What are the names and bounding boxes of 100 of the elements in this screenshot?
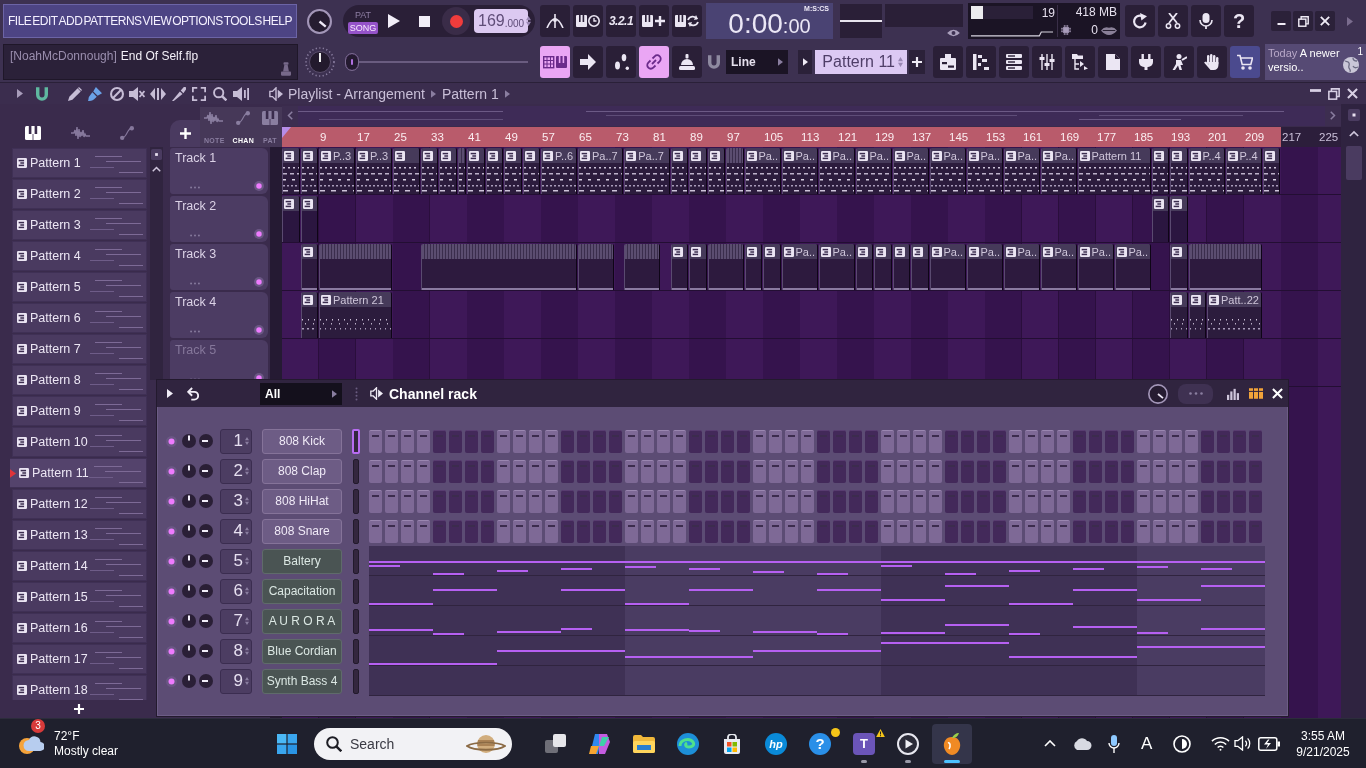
channel-led-icon[interactable] [166,615,177,627]
step-button[interactable] [1153,489,1166,513]
bar-graph-icon[interactable] [1227,387,1239,400]
step-button[interactable] [753,429,766,453]
step-button[interactable] [881,459,894,483]
step-button[interactable] [897,519,910,543]
step-button[interactable] [801,459,814,483]
step-button[interactable] [641,459,654,483]
channel-name-button[interactable]: 808 Snare [262,518,342,544]
mixer-track-selector[interactable]: 1 [220,428,252,454]
step-button[interactable] [1153,519,1166,543]
step-button[interactable] [881,429,894,453]
knob[interactable] [199,644,213,658]
step-button[interactable] [1137,459,1150,483]
pattern-clip[interactable] [911,244,929,290]
wifi-icon[interactable] [1211,736,1230,751]
pattern-item[interactable]: Pattern 14 [12,551,147,581]
step-button[interactable] [1169,489,1182,513]
pattern-item[interactable]: Pattern 4 [12,241,147,271]
restore-icon[interactable] [1328,87,1340,100]
slider-thumb[interactable] [345,53,359,71]
pattern-clip[interactable] [855,244,873,290]
step-button[interactable] [513,519,526,543]
knob[interactable] [182,554,196,568]
mixer-track-selector[interactable]: 3 [220,488,252,514]
step-button[interactable] [897,459,910,483]
magnet-icon[interactable] [708,55,720,69]
channel-led-icon[interactable] [166,495,177,507]
window-button[interactable] [933,46,963,78]
step-button[interactable] [913,429,926,453]
knob[interactable] [1148,383,1168,404]
pattern-clip[interactable] [467,148,485,194]
speaker-icon[interactable] [233,85,249,102]
window-button[interactable] [1032,46,1062,78]
pattern-item[interactable]: Pattern 10 [12,427,147,457]
clock-time[interactable]: 3:55 AM [1301,727,1345,744]
channel-led-icon[interactable] [166,585,177,597]
pattern-clip[interactable] [300,292,318,338]
step-button[interactable] [1169,459,1182,483]
led-icon[interactable] [254,277,264,287]
timeline-ruler[interactable]: 9 17 25 33 41 49 57 65 73 81 89 97 105 113 121 129 137 145 153 161 169 177 185 193 201 209 217 225 [282,127,1341,147]
track-header[interactable]: Track 4 [170,292,268,338]
temperature-label[interactable]: 72°F [54,728,118,744]
knob[interactable] [182,644,196,658]
fruit-icon[interactable] [942,732,962,755]
pattern-clip[interactable] [504,148,522,194]
step-button[interactable] [753,519,766,543]
clock-date[interactable]: 9/21/2025 [1296,743,1350,760]
step-button[interactable] [673,489,686,513]
step-button[interactable] [785,429,798,453]
step-button[interactable] [625,489,638,513]
pattern-clip[interactable] [393,148,420,194]
pattern-clip[interactable] [300,196,318,242]
knob[interactable] [199,554,213,568]
step-button[interactable] [881,489,894,513]
mixer-track-selector[interactable]: 6 [220,578,252,604]
pattern-item[interactable]: Pattern 15 [12,582,147,612]
pattern-selector[interactable]: Pattern 11 [815,50,907,74]
step-button[interactable] [657,519,670,543]
toolbar-button[interactable] [1125,5,1155,37]
toggle-button[interactable] [540,5,570,37]
stamp-icon[interactable] [281,62,291,76]
step-button[interactable] [625,429,638,453]
half-circle-icon[interactable] [1173,734,1191,753]
pattern-item[interactable]: Pattern 3 [12,210,147,240]
step-button[interactable] [1057,489,1070,513]
step-button[interactable] [385,519,398,543]
menu-item[interactable]: FILE [8,14,32,28]
close-button[interactable] [1315,11,1335,31]
step-button[interactable] [1009,489,1022,513]
pattern-clip[interactable] [1170,196,1188,242]
step-button[interactable] [497,519,510,543]
step-button[interactable] [513,489,526,513]
toolbar-button[interactable]: ? [1224,5,1254,37]
step-button[interactable] [497,489,510,513]
step-button[interactable] [1137,489,1150,513]
mixer-track-selector[interactable]: 2 [220,458,252,484]
channel-filter-dropdown[interactable]: All [260,382,342,405]
pattern-item[interactable]: Pattern 5 [12,272,147,302]
knob[interactable] [182,464,196,478]
step-button[interactable] [929,519,942,543]
step-button[interactable] [401,519,414,543]
scrollbar-thumb[interactable] [1345,146,1362,180]
step-button[interactable] [545,519,558,543]
restore-button[interactable] [1293,11,1313,31]
news-text[interactable]: Today A newer versio.. [1268,46,1340,78]
knob[interactable] [182,494,196,508]
step-button[interactable] [657,429,670,453]
pattern-clip[interactable] [420,148,439,194]
note-preview-drawing[interactable] [369,636,1265,666]
pattern-clip[interactable] [670,148,688,194]
step-button[interactable] [673,519,686,543]
channel-select-indicator[interactable] [353,518,359,544]
undo-icon[interactable] [187,386,199,401]
mixer-track-selector[interactable]: 8 [220,638,252,664]
mode-toggle[interactable]: SONG [347,21,379,34]
pattern-clip[interactable] [1262,148,1280,194]
magnet-icon[interactable] [36,86,48,101]
waveform-icon[interactable] [71,125,91,140]
pattern-clip[interactable] [485,148,503,194]
